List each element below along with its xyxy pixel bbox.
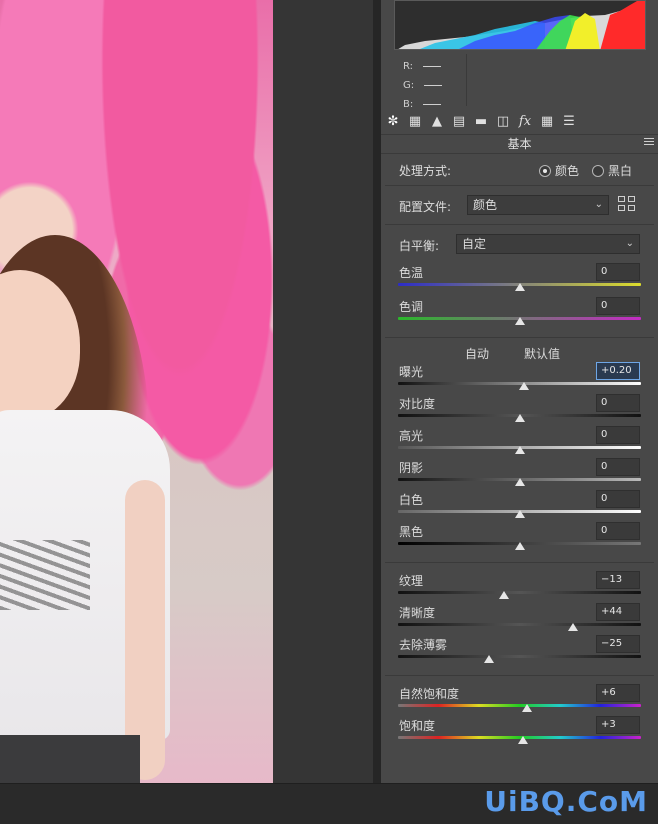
default-button[interactable]: 默认值 [524,345,560,362]
aperture-icon[interactable]: ✼ [384,112,402,130]
slider-thumb[interactable] [514,510,525,518]
treatment-label: 处理方式: [399,164,452,178]
slider-value-field[interactable]: +3 [596,716,640,734]
slider-value-field[interactable]: 0 [596,394,640,412]
slider-label: 去除薄雾 [399,638,448,652]
profile-label: 配置文件: [399,200,452,214]
slider-thumb[interactable] [521,704,532,712]
slider-thumb[interactable] [514,414,525,422]
slider-label: 阴影 [399,461,424,475]
slider-track[interactable] [398,591,641,594]
radio-selected-icon [539,164,551,177]
watermark-text: UiBQ.CoM [484,785,648,818]
slider-label: 高光 [399,429,424,443]
basic-panel: R: G: B: ✼ ▦ ▲ ▤ ▬ ◫ fx ▦ ☰ 基本 处理方式: 颜色 … [381,0,658,783]
slider-label: 色温 [399,266,424,280]
wb-dropdown[interactable]: 自定 ⌄ [456,234,640,254]
fx-icon[interactable]: fx [516,112,534,130]
presets-icon[interactable]: ☰ [560,112,578,130]
chevron-down-icon: ⌄ [625,238,634,249]
treatment-bw-radio[interactable]: 黑白 [592,162,632,179]
slider-value-field[interactable]: 0 [596,297,640,315]
slider-value-field[interactable]: 0 [596,522,640,540]
slider-thumb[interactable] [567,623,578,631]
radio-unselected-icon [592,164,604,177]
slider-thumb[interactable] [514,542,525,550]
slider-label: 纹理 [399,574,424,588]
readout-divider [466,54,467,106]
slider-thumb[interactable] [514,478,525,486]
slider-label: 曝光 [399,365,424,379]
slider-track[interactable] [398,623,641,626]
slider-label: 清晰度 [399,606,436,620]
slider-value-field[interactable]: +44 [596,603,640,621]
wb-label: 白平衡: [399,239,440,253]
slider-value-field[interactable]: −13 [596,571,640,589]
tone-curve-icon[interactable]: ▦ [406,112,424,130]
lens-icon[interactable]: ◫ [494,112,512,130]
slider-label: 自然饱和度 [399,687,460,701]
slider-value-field[interactable]: +6 [596,684,640,702]
profile-browser-icon[interactable] [618,196,636,212]
slider-label: 饱和度 [399,719,436,733]
wb-value: 自定 [462,237,487,251]
panel-toolbar: ✼ ▦ ▲ ▤ ▬ ◫ fx ▦ ☰ [384,112,578,130]
profile-dropdown[interactable]: 颜色 ⌄ [467,195,609,215]
divider [385,185,654,186]
slider-thumb[interactable] [498,591,509,599]
slider-label: 色调 [399,300,424,314]
profile-value: 颜色 [473,198,498,212]
rgb-readout: R: G: B: [403,57,443,114]
slider-label: 白色 [399,493,424,507]
photo-preview [0,0,273,783]
slider-value-field[interactable]: 0 [596,458,640,476]
slider-thumb[interactable] [484,655,495,663]
slider-thumb[interactable] [518,736,529,744]
slider-label: 对比度 [399,397,436,411]
treatment-color-label: 颜色 [555,164,580,178]
divider [385,224,654,225]
detail-icon[interactable]: ▲ [428,112,446,130]
hsl-icon[interactable]: ▤ [450,112,468,130]
split-toning-icon[interactable]: ▬ [472,112,490,130]
slider-thumb[interactable] [514,446,525,454]
treatment-bw-label: 黑白 [608,164,633,178]
slider-value-field[interactable]: −25 [596,635,640,653]
slider-thumb[interactable] [514,317,525,325]
slider-label: 黑色 [399,525,424,539]
slider-thumb[interactable] [514,283,525,291]
divider [385,337,654,338]
canvas-gutter [273,0,373,783]
photo-skirt [0,735,140,783]
photo-shirt-print [0,540,90,610]
auto-button[interactable]: 自动 [465,345,489,362]
slider-value-field[interactable]: 0 [596,426,640,444]
calibration-icon[interactable]: ▦ [538,112,556,130]
rgb-g-label: G: [403,80,415,91]
histogram[interactable] [394,0,646,50]
panel-separator [373,0,381,783]
section-header: 基本 [381,134,658,154]
divider [385,675,654,676]
slider-thumb[interactable] [519,382,530,390]
menu-icon[interactable] [644,138,654,147]
treatment-color-radio[interactable]: 颜色 [539,162,579,179]
chevron-down-icon: ⌄ [594,199,603,210]
slider-track[interactable] [398,655,641,658]
divider [385,562,654,563]
slider-value-field[interactable]: 0 [596,263,640,281]
slider-track[interactable] [398,704,641,707]
slider-value-field[interactable]: +0.20 [596,362,640,380]
rgb-r-label: R: [403,61,414,72]
slider-value-field[interactable]: 0 [596,490,640,508]
histogram-graph [398,1,645,49]
